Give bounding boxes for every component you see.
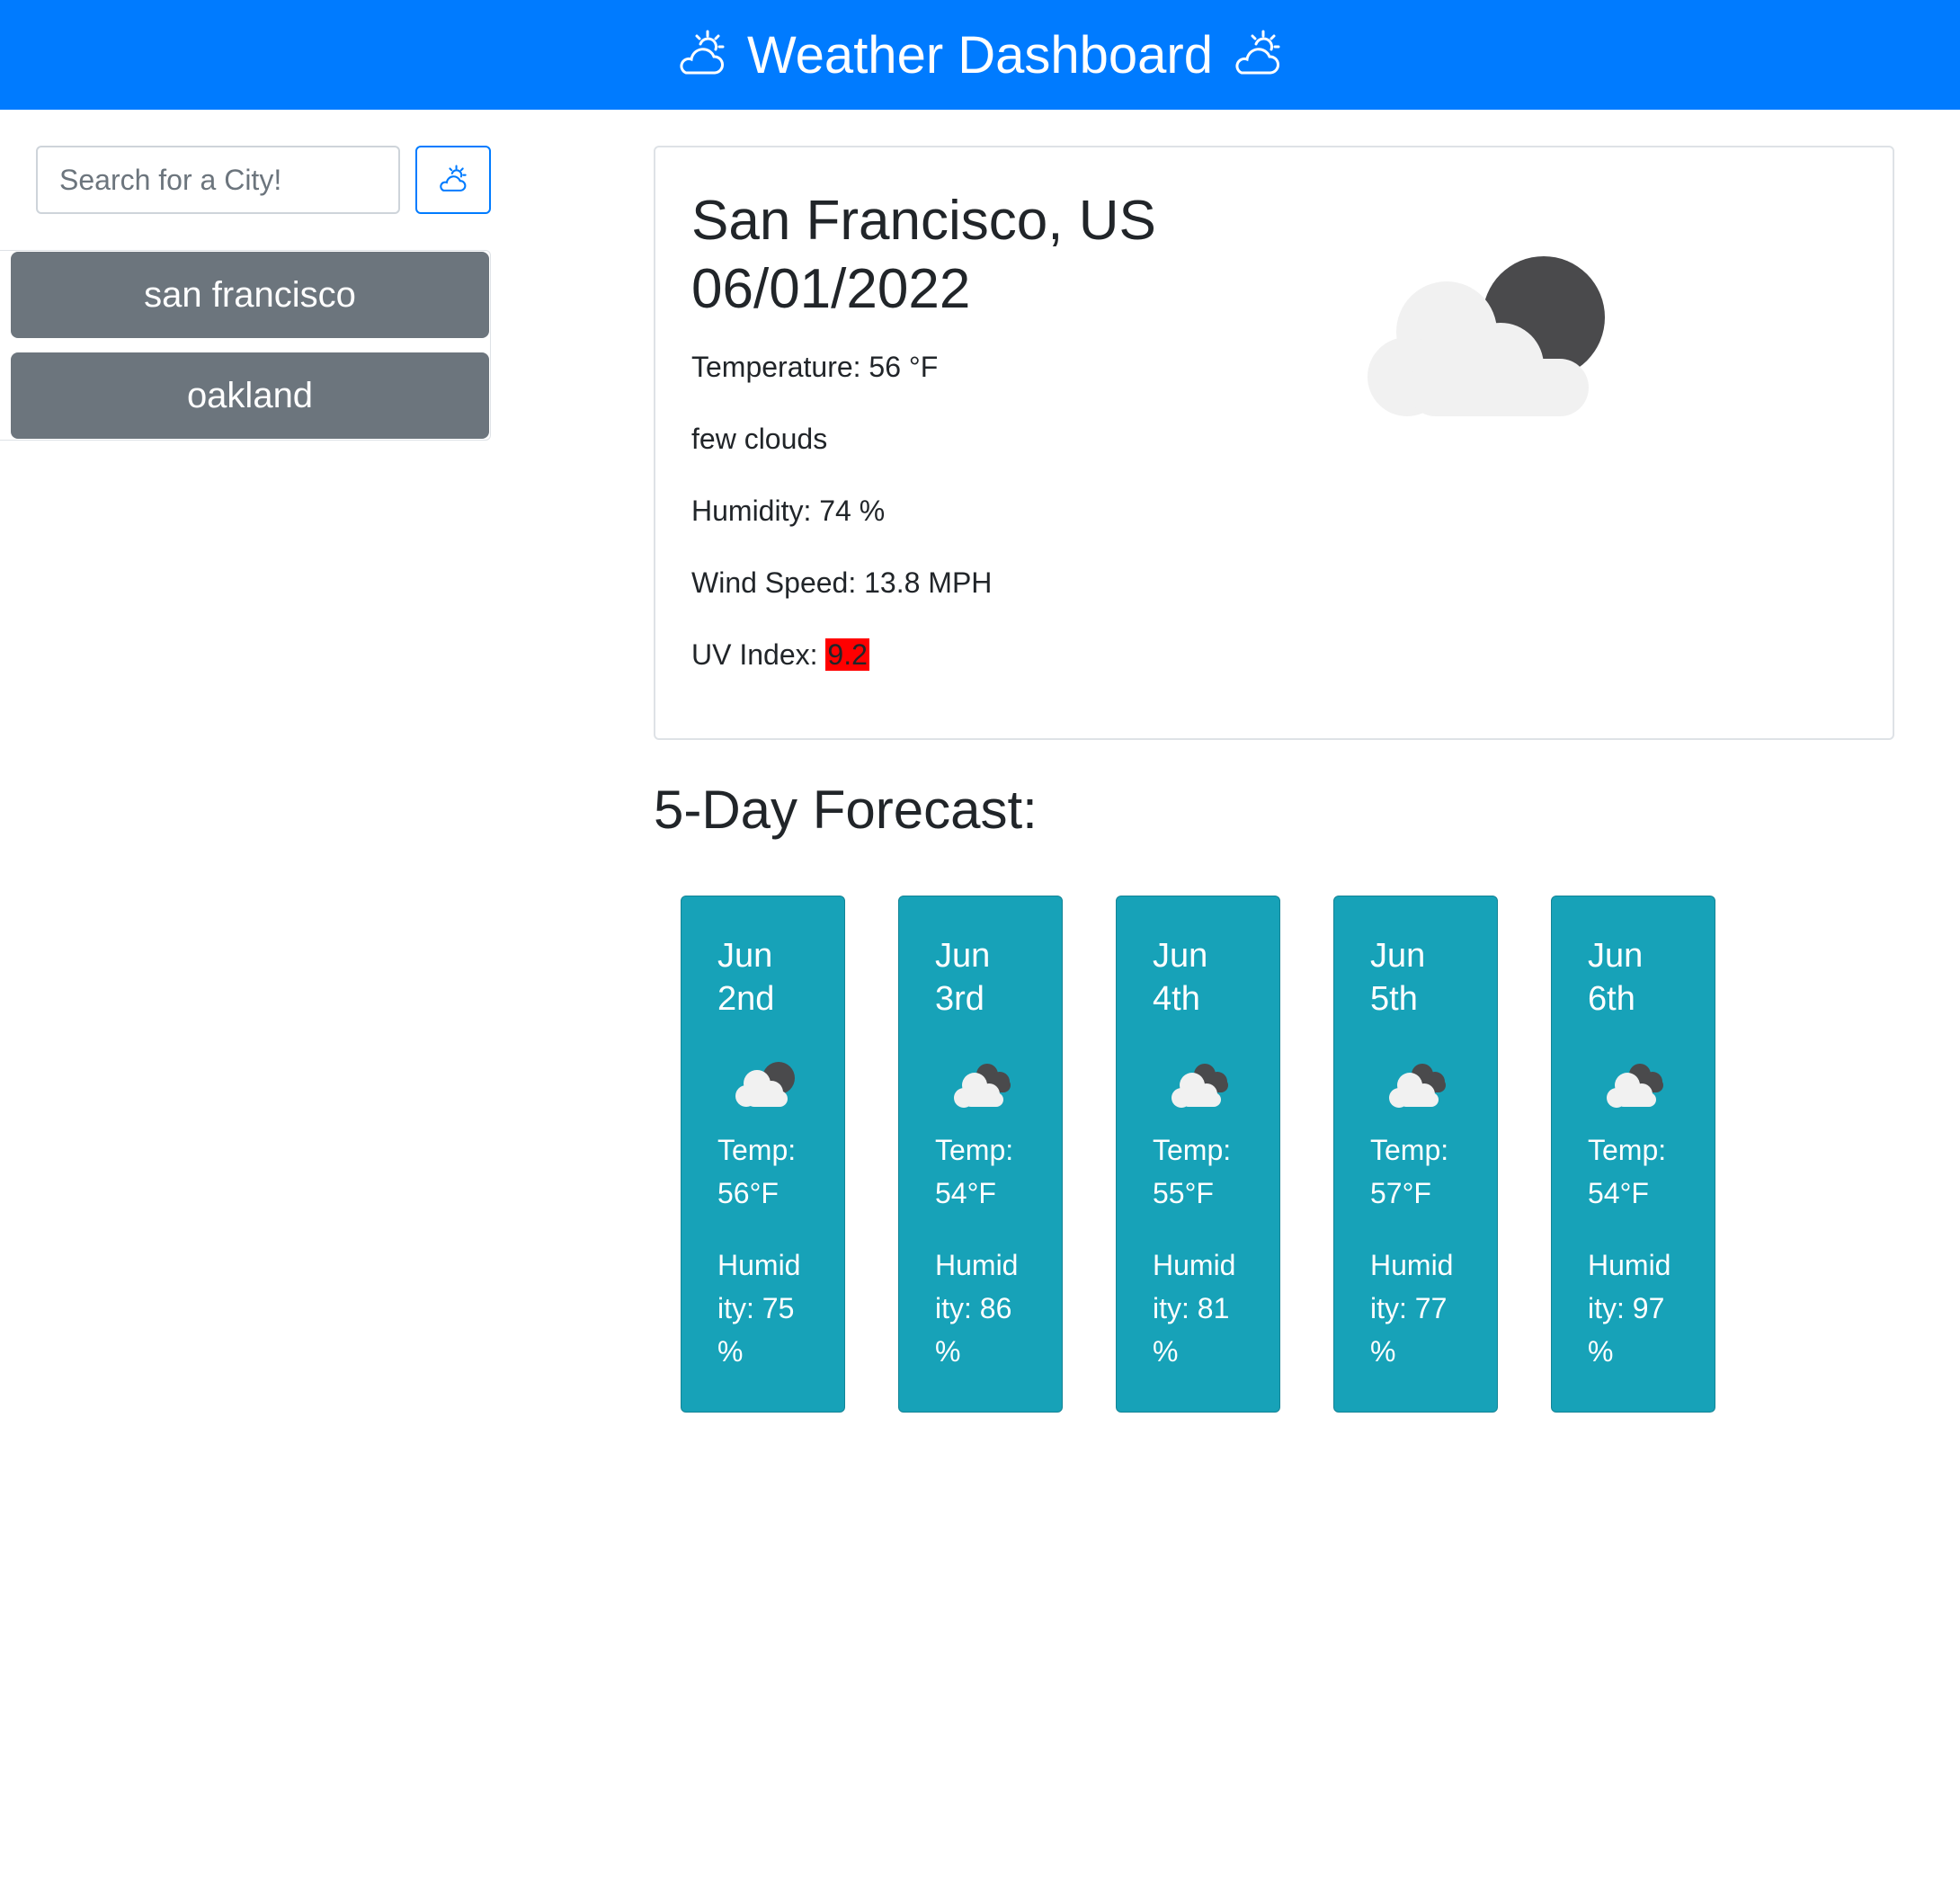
current-weather-card: San Francisco, US 06/01/2022 Temperature… (654, 146, 1894, 740)
forecast-humidity-line1: Humid (1588, 1249, 1671, 1281)
broken-clouds-icon (1172, 1064, 1228, 1108)
cloud-sun-icon (680, 30, 725, 75)
forecast-card: Jun 5th Temp: 57°F Humid ity: 77 % (1333, 896, 1498, 1413)
forecast-date: Jun 2nd (717, 934, 834, 1021)
cloud-sun-icon (1235, 30, 1280, 75)
uv-index-badge: 9.2 (825, 638, 869, 671)
forecast-humidity-line3: % (717, 1335, 744, 1368)
forecast-day: 4th (1153, 980, 1200, 1018)
forecast-temp: 57°F (1370, 1177, 1431, 1209)
page-title: Weather Dashboard (746, 25, 1213, 85)
forecast-temp-label: Temp: (1153, 1134, 1232, 1166)
forecast-temp-label: Temp: (717, 1134, 797, 1166)
forecast-humidity-line1: Humid (1370, 1249, 1454, 1281)
search-button[interactable] (415, 146, 491, 214)
uv-index-label: UV Index: (691, 638, 826, 671)
current-description: few clouds (691, 423, 828, 455)
forecast-day: 3rd (935, 980, 984, 1018)
current-humidity: Humidity: 74 % (691, 495, 886, 527)
forecast-temp-label: Temp: (935, 1134, 1014, 1166)
forecast-day: 6th (1588, 980, 1635, 1018)
cloud-sun-icon (440, 165, 467, 192)
forecast-temp: 54°F (935, 1177, 996, 1209)
city-name: San Francisco, US (691, 190, 1156, 252)
forecast-month: Jun (1588, 937, 1644, 975)
forecast-temp-label: Temp: (1370, 1134, 1449, 1166)
forecast-temp: 55°F (1153, 1177, 1214, 1209)
few-clouds-night-icon (735, 1062, 795, 1107)
city-search-input[interactable] (36, 146, 400, 214)
history-button-san-francisco[interactable]: san francisco (11, 252, 489, 338)
forecast-date: Jun 3rd (935, 934, 1052, 1021)
forecast-humidity-line2: ity: 86 (935, 1292, 1012, 1324)
forecast-card: Jun 4th Temp: 55°F Humid ity: 81 % (1116, 896, 1280, 1413)
forecast-month: Jun (1370, 937, 1426, 975)
forecast-temp: 56°F (717, 1177, 779, 1209)
forecast-temp-label: Temp: (1588, 1134, 1667, 1166)
forecast-date: Jun 6th (1588, 934, 1705, 1021)
current-uv-index: UV Index: 9.2 (691, 638, 869, 672)
forecast-day: 2nd (717, 980, 775, 1018)
few-clouds-night-icon (1368, 256, 1605, 416)
app-header: Weather Dashboard (0, 0, 1960, 110)
current-date: 06/01/2022 (691, 258, 971, 320)
forecast-day: 5th (1370, 980, 1418, 1018)
forecast-humidity-line3: % (1588, 1335, 1614, 1368)
current-temperature: Temperature: 56 °F (691, 351, 939, 383)
current-city-heading: San Francisco, US 06/01/2022 (691, 187, 1156, 324)
forecast-humidity-line2: ity: 77 (1370, 1292, 1448, 1324)
history-button-oakland[interactable]: oakland (11, 352, 489, 439)
broken-clouds-icon (1607, 1064, 1663, 1108)
search-history-list: san francisco oakland (0, 250, 491, 441)
forecast-humidity-line1: Humid (1153, 1249, 1236, 1281)
forecast-humidity-line1: Humid (717, 1249, 801, 1281)
forecast-humidity-line1: Humid (935, 1249, 1019, 1281)
forecast-humidity-line2: ity: 81 (1153, 1292, 1230, 1324)
forecast-card: Jun 6th Temp: 54°F Humid ity: 97 % (1551, 896, 1715, 1413)
forecast-temp: 54°F (1588, 1177, 1649, 1209)
forecast-month: Jun (935, 937, 991, 975)
current-wind-speed: Wind Speed: 13.8 MPH (691, 566, 993, 599)
forecast-humidity-line2: ity: 97 (1588, 1292, 1665, 1324)
forecast-month: Jun (1153, 937, 1208, 975)
forecast-humidity-line2: ity: 75 (717, 1292, 795, 1324)
broken-clouds-icon (1389, 1064, 1446, 1108)
forecast-date: Jun 5th (1370, 934, 1487, 1021)
forecast-month: Jun (717, 937, 773, 975)
broken-clouds-icon (954, 1064, 1011, 1108)
forecast-date: Jun 4th (1153, 934, 1270, 1021)
forecast-humidity-line3: % (1153, 1335, 1179, 1368)
forecast-card: Jun 3rd Temp: 54°F Humid ity: 86 % (898, 896, 1063, 1413)
forecast-humidity-line3: % (1370, 1335, 1396, 1368)
forecast-humidity-line3: % (935, 1335, 961, 1368)
forecast-heading: 5-Day Forecast: (654, 780, 1038, 840)
forecast-card: Jun 2nd Temp: 56°F Humid ity: 75 % (681, 896, 845, 1413)
